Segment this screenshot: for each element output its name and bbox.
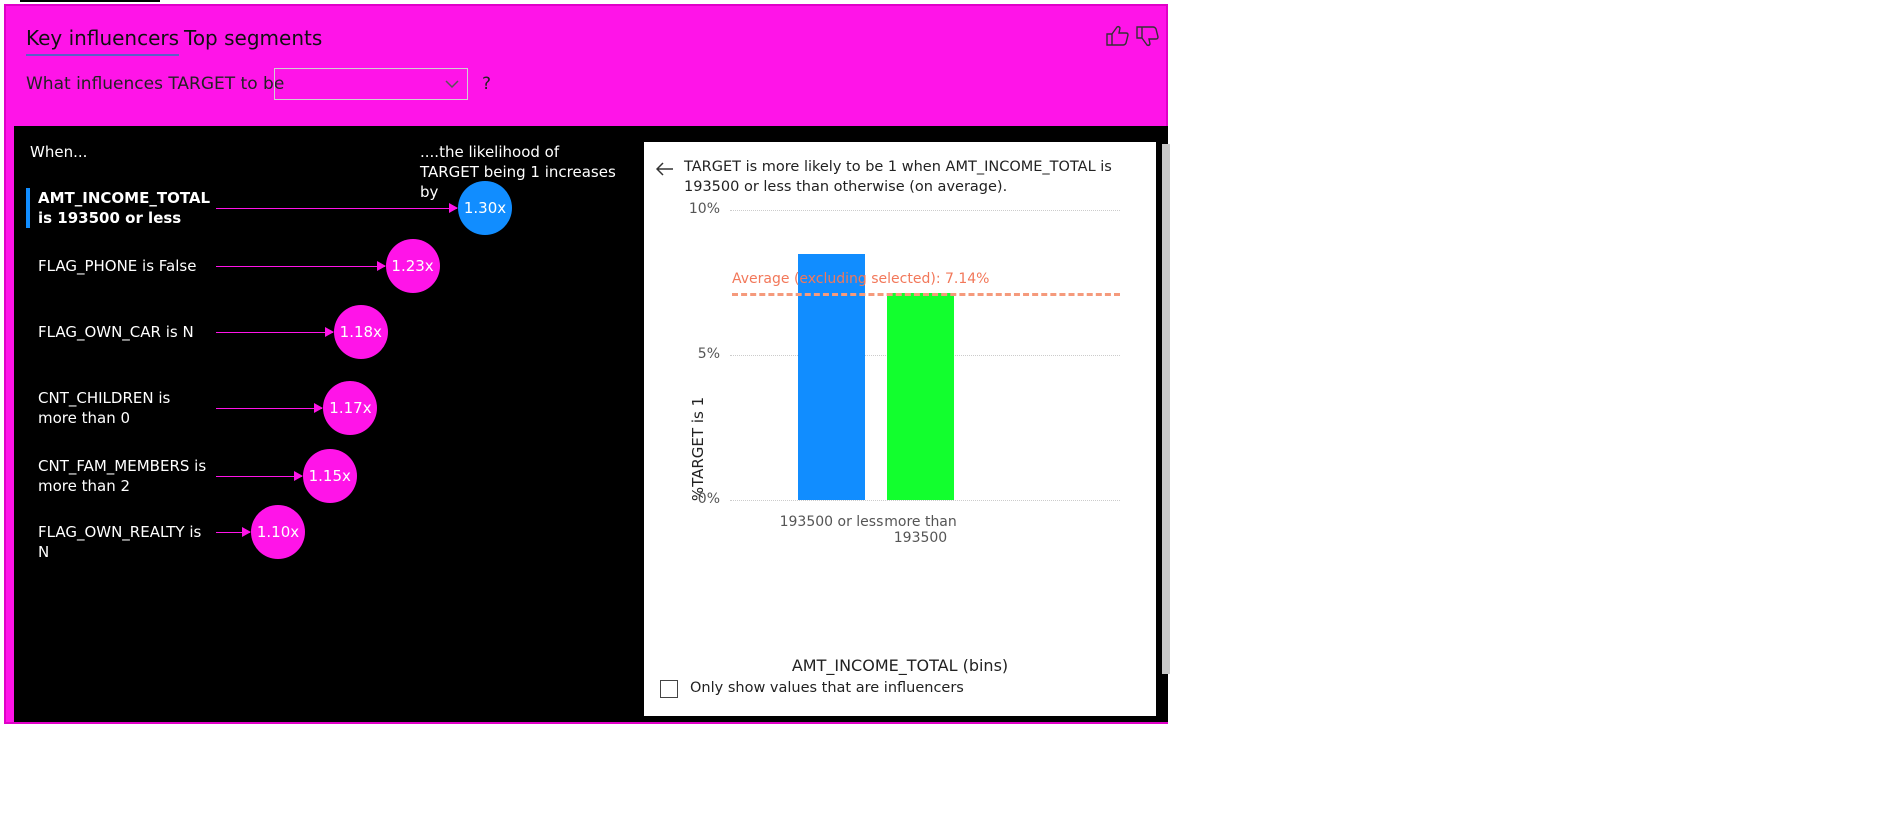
top-divider <box>20 0 160 2</box>
likelihood-header: ....the likelihood of TARGET being 1 inc… <box>420 143 616 201</box>
influencer-bubble[interactable]: 1.30x <box>458 181 512 235</box>
y-tick-label: 10% <box>688 201 720 217</box>
influencer-arrow <box>216 203 458 213</box>
average-reference-label: Average (excluding selected): 7.14% <box>732 270 990 287</box>
influencer-label[interactable]: CNT_CHILDREN is more than 0 <box>38 388 208 428</box>
influencer-arrow <box>216 261 386 271</box>
when-header: When... <box>30 143 88 161</box>
influencer-arrow <box>216 471 303 481</box>
influencer-bubble[interactable]: 1.18x <box>333 305 388 359</box>
influencers-panel: When... ....the likelihood of TARGET bei… <box>14 126 1170 722</box>
influencer-label[interactable]: FLAG_OWN_CAR is N <box>38 322 208 342</box>
influencer-label[interactable]: AMT_INCOME_TOTAL is 193500 or less <box>38 188 210 228</box>
influencer-bubble[interactable]: 1.15x <box>302 449 357 503</box>
influencer-label[interactable]: FLAG_PHONE is False <box>38 256 208 276</box>
selected-influencer-indicator <box>26 188 30 228</box>
influencer-label[interactable]: CNT_FAM_MEMBERS is more than 2 <box>38 456 208 496</box>
target-value-dropdown[interactable] <box>274 68 468 100</box>
influencer-arrow <box>216 403 324 413</box>
influencers-only-checkbox[interactable] <box>660 680 678 698</box>
question-mark: ? <box>482 74 492 94</box>
tab-key-influencers[interactable]: Key influencers <box>26 26 180 56</box>
influencer-bubble[interactable]: 1.10x <box>251 505 305 559</box>
tab-top-segments[interactable]: Top segments <box>184 26 322 54</box>
gridline <box>730 500 1120 501</box>
x-axis-label: AMT_INCOME_TOTAL (bins) <box>791 656 1009 675</box>
thumbs-down-icon[interactable] <box>1134 24 1160 48</box>
influencer-bubble[interactable]: 1.23x <box>385 239 440 293</box>
x-category-label: more than 193500 <box>884 514 957 546</box>
chart-bar[interactable] <box>798 253 865 500</box>
influencer-detail-panel: TARGET is more likely to be 1 when AMT_I… <box>644 142 1156 716</box>
influencers-only-label: Only show values that are influencers <box>690 680 964 696</box>
y-tick-label: 5% <box>697 346 720 362</box>
back-arrow-icon[interactable] <box>655 160 674 181</box>
gridline <box>730 210 1120 211</box>
thumbs-up-icon[interactable] <box>1104 24 1130 48</box>
influencer-arrow <box>216 327 334 337</box>
detail-scrollbar[interactable] <box>1162 144 1170 674</box>
average-reference-line <box>732 292 1120 296</box>
chevron-down-icon <box>445 80 459 89</box>
influencer-explanation: TARGET is more likely to be 1 when AMT_I… <box>684 159 1112 195</box>
influencer-bubble[interactable]: 1.17x <box>323 381 378 435</box>
influencer-label[interactable]: FLAG_OWN_REALTY is N <box>38 522 208 562</box>
y-axis-label: %TARGET is 1 <box>689 396 707 502</box>
influencer-arrow <box>216 527 251 537</box>
key-influencers-visual: Key influencers Top segments What influe… <box>4 4 1170 724</box>
chart-bar[interactable] <box>887 292 954 500</box>
influence-question-text: What influences TARGET to be <box>26 74 285 94</box>
